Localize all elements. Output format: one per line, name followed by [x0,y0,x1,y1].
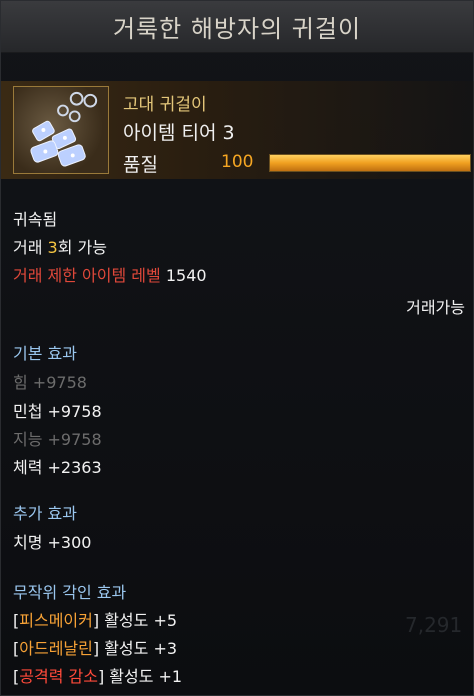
item-name: 거룩한 해방자의 귀걸이 [112,15,362,43]
stat-strength: 힘 +9758 [13,373,87,392]
trade-level-label: 거래 제한 아이템 레벨 [13,266,161,285]
tradable-status: 거래가능 [406,298,465,317]
trade-count: 거래 3회 가능 [13,234,107,258]
trade-prefix: 거래 [13,238,48,257]
tooltip-title-bar: 거룩한 해방자의 귀걸이 [1,1,473,53]
trade-suffix: 회 가능 [57,238,107,257]
additional-effect-header: 추가 효과 [13,504,77,523]
quality-bar-fill [270,155,470,171]
stat-dexterity: 민첩 +9758 [13,402,102,421]
background-value: 7,291 [405,613,463,637]
stat-vitality: 체력 +2363 [13,458,102,477]
trade-level-value: 1540 [165,266,207,285]
earring-icon [13,86,109,174]
quality-label: 품질 [123,154,158,176]
engraving-attack-reduction: [공격력 감소] 활성도 +1 [13,667,183,686]
engraving-adrenaline: [아드레날린] 활성도 +3 [13,639,178,658]
engraving-name: 피스메이커 [19,611,93,630]
basic-effect-header: 기본 효과 [13,344,77,363]
quality-value: 100 [221,152,254,172]
trade-count-value: 3 [47,238,58,257]
binding-status: 귀속됨 [13,210,58,229]
quality-bar [269,154,471,172]
trade-level-limit: 거래 제한 아이템 레벨 1540 [13,262,207,286]
engraving-name: 아드레날린 [19,639,93,658]
stat-intellect: 지능 +9758 [13,430,102,449]
item-tooltip: 7,291 거룩한 해방자의 귀걸이 고대 귀걸이 아이템 티어 3 품질 10… [0,0,474,696]
stat-crit: 치명 +300 [13,533,92,552]
item-tier: 아이템 티어 3 [123,122,235,144]
item-grade: 고대 귀걸이 [123,95,207,115]
engraving-header: 무작위 각인 효과 [13,583,127,602]
engraving-peacemaker: [피스메이커] 활성도 +5 [13,611,178,630]
engraving-name: 공격력 감소 [19,667,98,686]
